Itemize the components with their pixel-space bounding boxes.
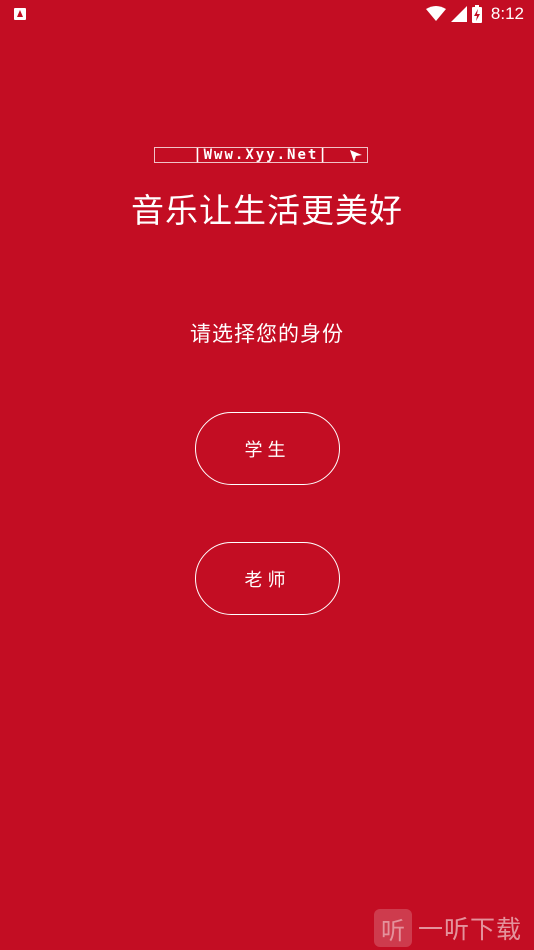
wifi-icon <box>425 6 446 21</box>
role-prompt: 请选择您的身份 <box>190 322 344 346</box>
status-icons: 8:12 <box>425 3 524 25</box>
cursor-arrow-icon <box>350 150 362 162</box>
download-site-logo-mark: 听 <box>374 909 412 947</box>
battery-charging-icon <box>471 5 482 23</box>
download-site-logo: 听 一听下载 <box>374 906 534 950</box>
site-watermark: |Www.Xyy.Net| <box>154 147 368 163</box>
student-button[interactable]: 学生 <box>195 412 340 485</box>
site-watermark-text: |Www.Xyy.Net| <box>193 147 329 163</box>
status-time: 8:12 <box>490 4 524 23</box>
app-slogan: 音乐让生活更美好 <box>131 191 403 230</box>
notification-app-icon <box>14 8 26 20</box>
status-bar: 8:12 <box>0 0 534 28</box>
teacher-button[interactable]: 老师 <box>195 542 340 615</box>
cell-signal-icon <box>450 6 467 22</box>
download-site-name: 一听下载 <box>418 915 523 944</box>
